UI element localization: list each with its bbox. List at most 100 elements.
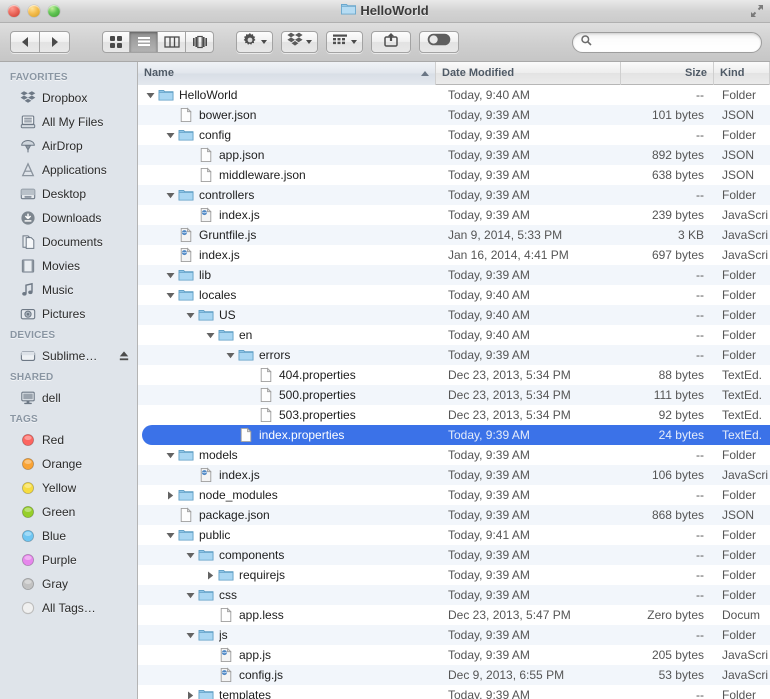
search-field[interactable]	[572, 32, 762, 53]
cell-date-modified: Today, 9:39 AM	[436, 508, 621, 522]
sidebar-item-pictures[interactable]: Pictures	[0, 302, 137, 326]
cell-name: index.js	[138, 467, 436, 483]
table-row[interactable]: index.jsToday, 9:39 AM106 bytesJavaScri	[138, 465, 770, 485]
disclosure-triangle-expanded-icon[interactable]	[184, 591, 196, 600]
disclosure-triangle-expanded-icon[interactable]	[164, 191, 176, 200]
column-header-kind[interactable]: Kind	[714, 62, 770, 85]
fullscreen-icon[interactable]	[750, 4, 764, 18]
sidebar-item-yellow[interactable]: Yellow	[0, 476, 137, 500]
column-header-name[interactable]: Name	[138, 62, 436, 85]
sidebar-item-label: Red	[42, 433, 64, 447]
table-row[interactable]: publicToday, 9:41 AM--Folder	[138, 525, 770, 545]
cell-date-modified: Today, 9:39 AM	[436, 148, 621, 162]
window-title-text: HelloWorld	[360, 0, 428, 22]
column-view-button[interactable]	[158, 31, 186, 53]
disclosure-triangle-expanded-icon[interactable]	[184, 551, 196, 560]
table-row[interactable]: configToday, 9:39 AM--Folder	[138, 125, 770, 145]
table-row[interactable]: index.jsToday, 9:39 AM239 bytesJavaScri	[138, 205, 770, 225]
sidebar-item-green[interactable]: Green	[0, 500, 137, 524]
sidebar-item-purple[interactable]: Purple	[0, 548, 137, 572]
sidebar-item-all-my-files[interactable]: All My Files	[0, 110, 137, 134]
coverflow-view-button[interactable]	[186, 31, 214, 53]
sidebar-item-dell[interactable]: dell	[0, 386, 137, 410]
disclosure-triangle-expanded-icon[interactable]	[224, 351, 236, 360]
disclosure-triangle-collapsed-icon[interactable]	[204, 571, 216, 580]
sidebar-item-blue[interactable]: Blue	[0, 524, 137, 548]
sidebar-item-dropbox[interactable]: Dropbox	[0, 86, 137, 110]
disclosure-triangle-expanded-icon[interactable]	[184, 311, 196, 320]
disclosure-triangle-expanded-icon[interactable]	[164, 291, 176, 300]
dropbox-menu-button[interactable]	[281, 31, 318, 53]
table-row[interactable]: cssToday, 9:39 AM--Folder	[138, 585, 770, 605]
sidebar-item-sublime[interactable]: Sublime…	[0, 344, 137, 368]
table-row[interactable]: enToday, 9:40 AM--Folder	[138, 325, 770, 345]
table-row[interactable]: 500.propertiesDec 23, 2013, 5:34 PM111 b…	[138, 385, 770, 405]
close-button[interactable]	[8, 5, 20, 17]
table-row[interactable]: modelsToday, 9:39 AM--Folder	[138, 445, 770, 465]
column-header-size[interactable]: Size	[621, 62, 714, 85]
disclosure-triangle-expanded-icon[interactable]	[164, 271, 176, 280]
table-row[interactable]: bower.jsonToday, 9:39 AM101 bytesJSON	[138, 105, 770, 125]
sidebar-item-downloads[interactable]: Downloads	[0, 206, 137, 230]
disclosure-triangle-collapsed-icon[interactable]	[164, 491, 176, 500]
table-row[interactable]: errorsToday, 9:39 AM--Folder	[138, 345, 770, 365]
table-row[interactable]: package.jsonToday, 9:39 AM868 bytesJSON	[138, 505, 770, 525]
tags-toggle-button[interactable]	[419, 31, 459, 53]
table-row[interactable]: templatesToday, 9:39 AM--Folder	[138, 685, 770, 699]
disclosure-triangle-expanded-icon[interactable]	[164, 531, 176, 540]
sidebar-item-applications[interactable]: Applications	[0, 158, 137, 182]
table-row[interactable]: controllersToday, 9:39 AM--Folder	[138, 185, 770, 205]
zoom-button[interactable]	[48, 5, 60, 17]
search-input[interactable]	[597, 35, 753, 49]
table-row[interactable]: app.jsonToday, 9:39 AM892 bytesJSON	[138, 145, 770, 165]
table-row[interactable]: localesToday, 9:40 AM--Folder	[138, 285, 770, 305]
sidebar-item-gray[interactable]: Gray	[0, 572, 137, 596]
table-row[interactable]: Gruntfile.jsJan 9, 2014, 5:33 PM3 KBJava…	[138, 225, 770, 245]
table-row[interactable]: config.jsDec 9, 2013, 6:55 PM53 bytesJav…	[138, 665, 770, 685]
icon-view-button[interactable]	[102, 31, 130, 53]
sidebar-item-orange[interactable]: Orange	[0, 452, 137, 476]
action-menu-button[interactable]	[236, 31, 273, 53]
sidebar-item-airdrop[interactable]: AirDrop	[0, 134, 137, 158]
column-header-date-modified[interactable]: Date Modified	[436, 62, 621, 85]
sidebar-item-movies[interactable]: Movies	[0, 254, 137, 278]
table-row[interactable]: componentsToday, 9:39 AM--Folder	[138, 545, 770, 565]
disclosure-triangle-collapsed-icon[interactable]	[184, 691, 196, 699]
table-row[interactable]: HelloWorldToday, 9:40 AM--Folder	[138, 85, 770, 105]
sidebar-item-red[interactable]: Red	[0, 428, 137, 452]
table-row[interactable]: middleware.jsonToday, 9:39 AM638 bytesJS…	[138, 165, 770, 185]
forward-button[interactable]	[40, 31, 70, 53]
table-row[interactable]: 503.propertiesDec 23, 2013, 5:34 PM92 by…	[138, 405, 770, 425]
table-row[interactable]: USToday, 9:40 AM--Folder	[138, 305, 770, 325]
table-row[interactable]: index.jsJan 16, 2014, 4:41 PM697 bytesJa…	[138, 245, 770, 265]
table-row[interactable]: node_modulesToday, 9:39 AM--Folder	[138, 485, 770, 505]
cell-size: --	[621, 588, 714, 602]
js-icon	[218, 647, 234, 663]
share-button[interactable]	[371, 31, 411, 53]
disclosure-triangle-expanded-icon[interactable]	[144, 91, 156, 100]
table-row[interactable]: libToday, 9:39 AM--Folder	[138, 265, 770, 285]
back-button[interactable]	[10, 31, 40, 53]
sidebar-item-label: AirDrop	[42, 139, 83, 153]
table-row[interactable]: index.propertiesToday, 9:39 AM24 bytesTe…	[138, 425, 770, 445]
sidebar-item-music[interactable]: Music	[0, 278, 137, 302]
minimize-button[interactable]	[28, 5, 40, 17]
sidebar-item-label: Documents	[42, 235, 103, 249]
table-row[interactable]: 404.propertiesDec 23, 2013, 5:34 PM88 by…	[138, 365, 770, 385]
disclosure-triangle-expanded-icon[interactable]	[164, 451, 176, 460]
eject-icon[interactable]	[119, 350, 129, 362]
sidebar-item-desktop[interactable]: Desktop	[0, 182, 137, 206]
sidebar-item-all-tags[interactable]: All Tags…	[0, 596, 137, 620]
disclosure-triangle-expanded-icon[interactable]	[204, 331, 216, 340]
chevron-down-icon	[306, 40, 312, 44]
list-view-button[interactable]	[130, 31, 158, 53]
cell-size: --	[621, 568, 714, 582]
disclosure-triangle-expanded-icon[interactable]	[184, 631, 196, 640]
table-row[interactable]: app.jsToday, 9:39 AM205 bytesJavaScri	[138, 645, 770, 665]
arrange-menu-button[interactable]	[326, 31, 363, 53]
table-row[interactable]: jsToday, 9:39 AM--Folder	[138, 625, 770, 645]
disclosure-triangle-expanded-icon[interactable]	[164, 131, 176, 140]
sidebar-item-documents[interactable]: Documents	[0, 230, 137, 254]
table-row[interactable]: requirejsToday, 9:39 AM--Folder	[138, 565, 770, 585]
table-row[interactable]: app.lessDec 23, 2013, 5:47 PMZero bytesD…	[138, 605, 770, 625]
